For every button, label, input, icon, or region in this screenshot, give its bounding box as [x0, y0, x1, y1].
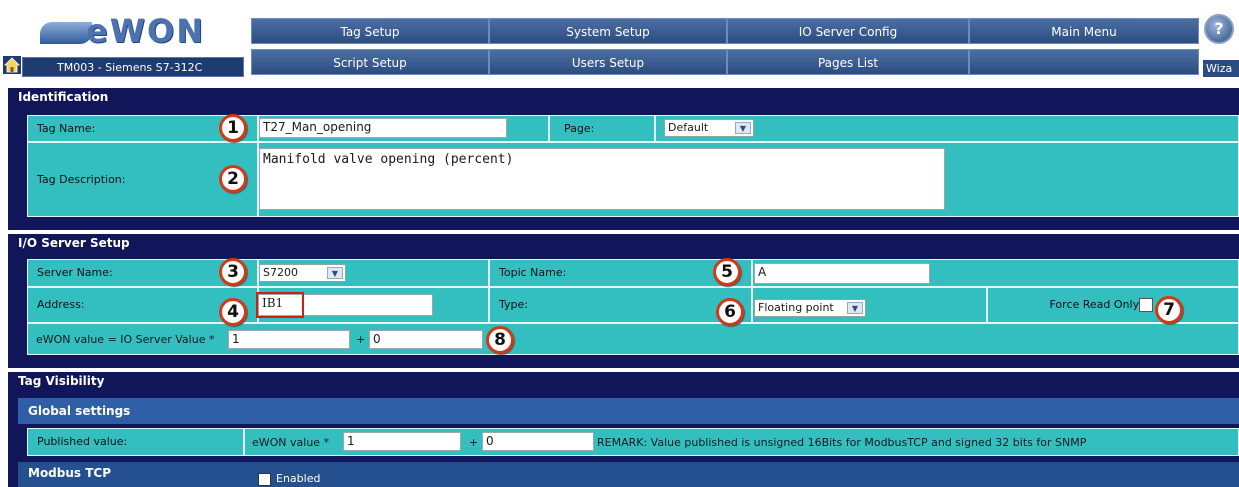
wizard-icon[interactable]: ? — [1204, 14, 1234, 44]
chevron-down-icon: ▼ — [735, 122, 751, 134]
nav-empty — [969, 49, 1199, 75]
force-read-only-label: Force Read Only: — [987, 287, 1239, 323]
device-name: TM003 - Siemens S7-312C — [22, 57, 244, 77]
address-highlight — [256, 292, 304, 318]
published-scale-input[interactable]: 1 — [343, 432, 461, 451]
server-name-select[interactable]: S7200 ▼ — [259, 264, 346, 282]
offset-plus: + — [356, 333, 366, 346]
nav-tag-setup[interactable]: Tag Setup — [251, 18, 489, 44]
chevron-down-icon: ▼ — [847, 302, 863, 314]
identification-title: Identification — [18, 90, 109, 104]
callout-badge: 7 — [1155, 296, 1183, 324]
callout-badge: 5 — [713, 258, 741, 286]
nav-script-setup[interactable]: Script Setup — [251, 49, 489, 75]
tag-name-input[interactable]: T27_Man_opening — [259, 118, 507, 138]
chevron-down-icon: ▼ — [327, 267, 343, 279]
wizard-label[interactable]: Wiza — [1203, 60, 1239, 77]
callout-badge: 3 — [219, 258, 247, 286]
published-offset-plus: + — [469, 436, 479, 449]
logo-text: eWON — [86, 12, 205, 50]
force-read-only-checkbox[interactable] — [1139, 298, 1153, 312]
tag-description-textarea[interactable]: Manifold valve opening (percent) — [259, 148, 945, 210]
published-remark: REMARK: Value published is unsigned 16Bi… — [597, 436, 1087, 449]
page-select-value: Default — [668, 121, 709, 134]
nav-pages-list[interactable]: Pages List — [727, 49, 969, 75]
home-icon[interactable] — [3, 56, 21, 74]
global-settings-header: Global settings — [18, 398, 1239, 424]
ewon-logo: eWON — [40, 14, 210, 48]
page-label: Page: — [549, 115, 655, 142]
modbus-label: Modbus TCP — [28, 466, 112, 480]
type-value: Floating point — [758, 301, 834, 314]
topic-name-input[interactable]: A — [754, 263, 930, 284]
published-value-label: Published value: — [27, 428, 244, 456]
tag-visibility-title: Tag Visibility — [18, 374, 105, 388]
logo-swoosh-icon — [40, 22, 92, 44]
modbus-row — [18, 462, 1239, 487]
scale-label: eWON value = IO Server Value * — [36, 333, 215, 346]
published-scale-label: eWON value * — [252, 436, 330, 449]
callout-badge: 8 — [486, 326, 514, 354]
server-name-value: S7200 — [263, 266, 298, 279]
callout-badge: 1 — [219, 114, 247, 142]
page-select[interactable]: Default ▼ — [664, 119, 754, 137]
published-offset-input[interactable]: 0 — [482, 432, 594, 451]
type-label: Type: — [489, 287, 752, 323]
modbus-enabled-checkbox[interactable] — [258, 473, 271, 486]
offset-input[interactable]: 0 — [369, 330, 483, 349]
nav-io-server-config[interactable]: IO Server Config — [727, 18, 969, 44]
nav-system-setup[interactable]: System Setup — [489, 18, 727, 44]
type-select[interactable]: Floating point ▼ — [754, 299, 866, 317]
scale-input[interactable]: 1 — [228, 330, 350, 349]
callout-badge: 4 — [219, 298, 247, 326]
io-server-title: I/O Server Setup — [18, 236, 130, 250]
nav-main-menu[interactable]: Main Menu — [969, 18, 1199, 44]
callout-badge: 6 — [716, 298, 744, 326]
modbus-enabled-label: Enabled — [276, 472, 321, 485]
nav-users-setup[interactable]: Users Setup — [489, 49, 727, 75]
callout-badge: 2 — [219, 165, 247, 193]
